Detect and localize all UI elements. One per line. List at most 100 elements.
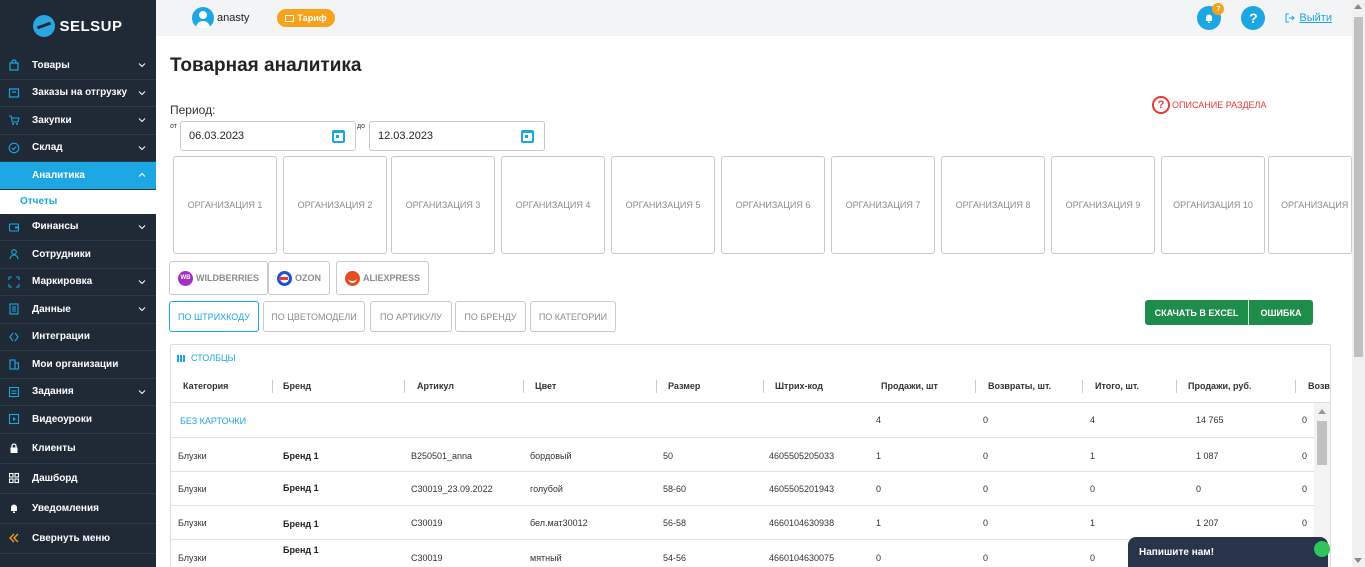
sidebar-item-products[interactable]: Товары (0, 52, 156, 80)
column-header[interactable]: Итого, шт. (1095, 381, 1139, 391)
sidebar-item-label: Видеоуроки (32, 413, 93, 425)
table-row[interactable]: Блузки Бренд 1 C30019_23.09.2022 голубой… (171, 472, 1316, 506)
column-header[interactable]: Бренд (283, 381, 311, 391)
group-by-brand[interactable]: ПО БРЕНДУ (455, 301, 526, 332)
tariff-label: Тариф (297, 13, 327, 23)
organization-card[interactable]: ОРГАНИЗАЦИЯ 1 (173, 156, 277, 254)
video-icon (8, 413, 20, 425)
scroll-thumb[interactable] (1354, 17, 1363, 357)
sidebar-item-label: Закупки (32, 114, 72, 126)
tariff-button[interactable]: Тариф (277, 9, 335, 27)
sidebar-item-employees[interactable]: Сотрудники (0, 241, 156, 269)
sidebar-subitem-reports[interactable]: Отчеты (0, 189, 156, 214)
date-from-prefix: от (170, 123, 177, 130)
sidebar-item-tasks[interactable]: Задания (0, 379, 156, 406)
barcode-icon (8, 276, 20, 288)
sidebar-item-analytics[interactable]: Аналитика (0, 162, 156, 190)
organization-card[interactable]: ОРГАНИЗАЦИЯ 5 (611, 156, 715, 254)
organization-card[interactable]: ОРГАНИЗАЦИЯ 3 (391, 156, 495, 254)
bag-icon (8, 59, 20, 71)
organization-card[interactable]: ОРГАНИЗАЦИЯ 8 (941, 156, 1045, 254)
organization-card[interactable]: ОРГАНИЗАЦИЯ 6 (721, 156, 825, 254)
no-card-link[interactable]: БЕЗ КАРТОЧКИ (180, 416, 246, 426)
group-by-category[interactable]: ПО КАТЕГОРИИ (530, 301, 616, 332)
group-by-color-model[interactable]: ПО ЦВЕТОМОДЕЛИ (263, 301, 365, 332)
calendar-icon[interactable] (332, 130, 345, 143)
table-row[interactable]: Блузки Бренд 1 C30019 бел.мат30012 56-58… (171, 506, 1316, 540)
sales-qty-cell: 0 (876, 553, 882, 563)
organization-card[interactable]: ОРГАНИЗАЦИЯ 4 (501, 156, 605, 254)
returns-qty-cell: 0 (983, 415, 989, 425)
barcode-cell: 4660104630938 (769, 518, 835, 528)
page-scrollbar[interactable] (1352, 0, 1365, 567)
article-cell: B250501_anna (411, 451, 473, 461)
sidebar-item-label: Аналитика (32, 169, 85, 181)
column-header[interactable]: Размер (668, 381, 700, 391)
user-menu[interactable]: anasty (192, 7, 249, 29)
download-excel-button[interactable]: СКАЧАТЬ В EXCEL (1145, 300, 1249, 325)
table-row[interactable]: Блузки Бренд 1 B250501_anna бордовый 50 … (171, 438, 1316, 472)
aliexpress-icon (345, 270, 360, 286)
organization-card[interactable]: ОРГАНИЗАЦИЯ 9 (1051, 156, 1155, 254)
barcode-cell: 4660104630075 (769, 553, 835, 563)
column-separator (1295, 380, 1296, 393)
building-icon (8, 358, 20, 370)
column-header[interactable]: Возвраты, шт. (988, 381, 1051, 391)
notification-count-badge: 7 (1212, 3, 1225, 15)
sidebar-item-integrations[interactable]: Интеграции (0, 324, 156, 351)
scroll-thumb[interactable] (1317, 421, 1327, 465)
sidebar-item-purchases[interactable]: Закупки (0, 107, 156, 135)
date-to-input[interactable]: 12.03.2023 (369, 121, 545, 151)
sidebar-item-finance[interactable]: Финансы (0, 214, 156, 241)
help-button[interactable]: ? (1241, 6, 1266, 30)
sidebar-item-dashboard[interactable]: Дашборд (0, 464, 156, 494)
calendar-icon[interactable] (521, 130, 534, 143)
organization-card[interactable]: ОРГАНИЗАЦИЯ 11 (1268, 156, 1352, 254)
marketplace-wildberries[interactable]: WB WILDBERRIES (169, 261, 268, 295)
sidebar-item-notifications[interactable]: Уведомления (0, 494, 156, 524)
group-by-article[interactable]: ПО АРТИКУЛУ (370, 301, 452, 332)
error-button[interactable]: ОШИБКА (1249, 300, 1313, 325)
sidebar-item-marking[interactable]: Маркировка (0, 269, 156, 296)
sidebar-item-video-lessons[interactable]: Видеоуроки (0, 406, 156, 434)
marketplace-aliexpress[interactable]: ALIEXPRESS (336, 261, 430, 295)
group-by-barcode[interactable]: ПО ШТРИХКОДУ (169, 301, 259, 332)
size-cell: 54-56 (663, 553, 687, 563)
wallet-icon (8, 221, 20, 233)
column-header[interactable]: Категория (183, 381, 228, 391)
logout-link[interactable]: Выйти (1285, 12, 1332, 24)
organization-card[interactable]: ОРГАНИЗАЦИЯ 7 (831, 156, 935, 254)
column-header[interactable]: Артикул (417, 381, 454, 391)
logo[interactable]: SELSUP (0, 0, 156, 52)
sidebar-item-clients[interactable]: Клиенты (0, 434, 156, 464)
sidebar-item-my-organizations[interactable]: Мои организации (0, 351, 156, 379)
column-separator (272, 380, 273, 393)
scroll-down-icon[interactable] (1354, 558, 1362, 563)
user-icon (8, 248, 20, 260)
column-header[interactable]: Цвет (535, 381, 556, 391)
marketplace-ozon[interactable]: OZON (268, 261, 330, 295)
organization-card[interactable]: ОРГАНИЗАЦИЯ 2 (283, 156, 387, 254)
sidebar-item-shipment-orders[interactable]: Заказы на отгрузку (0, 80, 156, 107)
column-header[interactable]: Штрих-код (775, 381, 823, 391)
category-cell: Блузки (178, 451, 207, 461)
column-header[interactable]: Продажи, шт (881, 381, 938, 391)
brand-cell: Бренд 1 (283, 451, 319, 461)
notifications-button[interactable]: 7 (1197, 3, 1225, 30)
category-cell: Блузки (178, 484, 207, 494)
columns-button[interactable]: СТОЛБЦЫ (177, 353, 236, 363)
column-header[interactable]: Возвр (1308, 381, 1330, 391)
sidebar-item-data[interactable]: Данные (0, 296, 156, 324)
sidebar-item-collapse-menu[interactable]: Свернуть меню (0, 524, 156, 554)
avatar (192, 7, 214, 29)
scroll-up-icon[interactable] (1318, 409, 1326, 414)
chat-widget[interactable]: Напишите нам! (1128, 537, 1330, 567)
scroll-up-icon[interactable] (1354, 4, 1362, 9)
column-header[interactable]: Продажи, руб. (1188, 381, 1251, 391)
barcode-cell: 4605505201943 (769, 484, 835, 494)
barcode-cell: 4605505205033 (769, 451, 835, 461)
organization-card[interactable]: ОРГАНИЗАЦИЯ 10 (1161, 156, 1265, 254)
sidebar-item-warehouse[interactable]: Склад (0, 135, 156, 162)
date-from-input[interactable]: 06.03.2023 (180, 121, 356, 151)
section-description-link[interactable]: ? ОПИСАНИЕ РАЗДЕЛА (1152, 96, 1266, 114)
